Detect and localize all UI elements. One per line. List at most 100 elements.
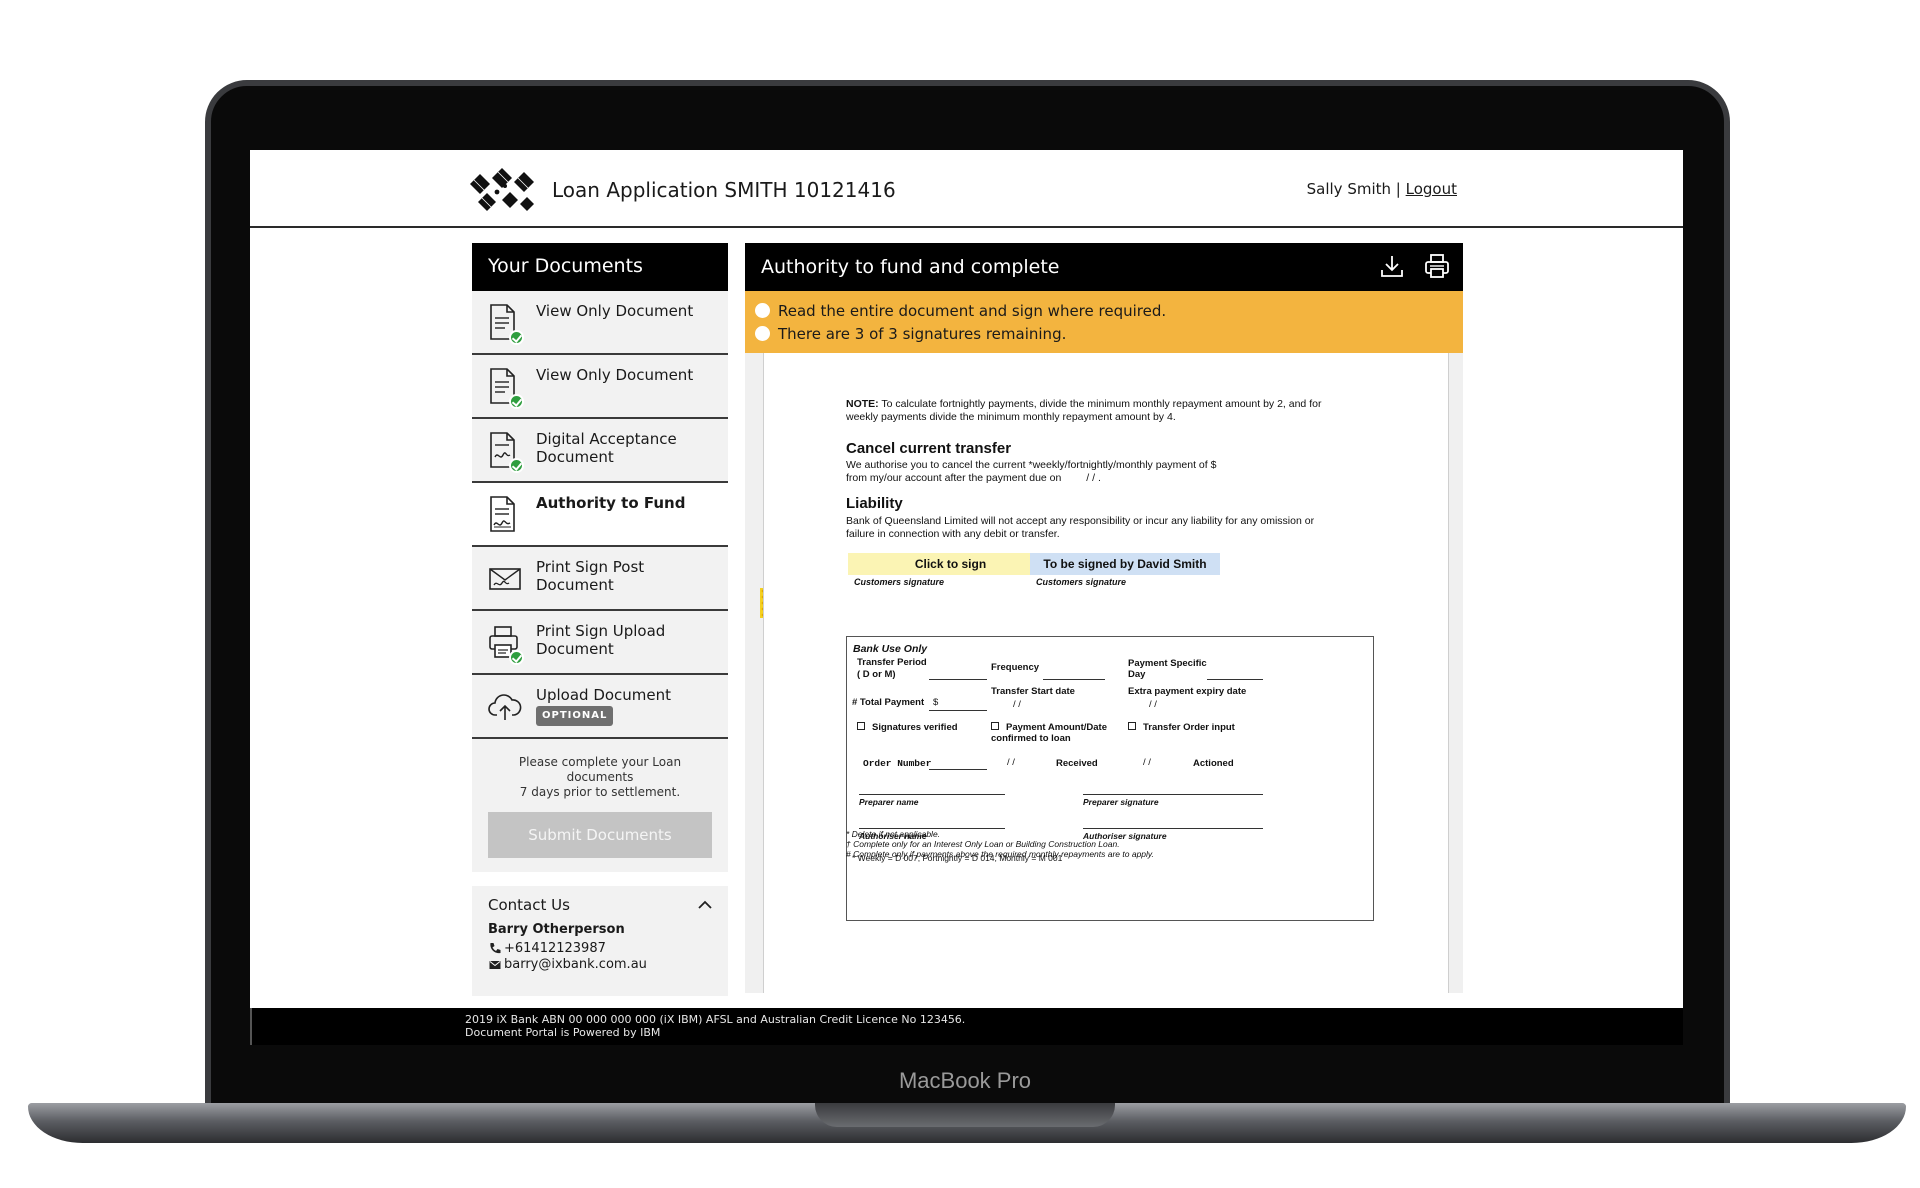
extra-expiry-label: Extra payment expiry date [1128,686,1247,697]
download-icon[interactable] [1379,253,1405,279]
bank-logo [470,168,534,211]
document-panel: Authority to fund and complete Read the … [745,243,1463,993]
contact-title: Contact Us [488,896,570,914]
sidebar-item-label: Print Sign Upload [536,622,666,640]
document-page: NOTE: To calculate fortnightly payments,… [763,353,1449,993]
frequency-label: Frequency [991,662,1040,673]
payment-specific-label: Payment Specific Day [1128,658,1207,680]
preparer-signature-label: Preparer signature [1083,797,1159,807]
cancel-date-blank: / / . [1086,472,1101,484]
notice-bullet-icon [755,303,770,318]
transfer-order-checkbox: Transfer Order input [1128,722,1235,733]
field-line [929,679,987,680]
contact-name: Barry Otherperson [488,922,625,937]
panel-header: Authority to fund and complete [745,243,1463,291]
transfer-period-line2: ( D or M) [857,669,896,680]
laptop-notch [815,1103,1115,1127]
optional-badge: OPTIONAL [536,706,614,726]
contact-phone[interactable]: +61412123987 [504,941,606,956]
document-viewer[interactable]: NOTE: To calculate fortnightly payments,… [745,353,1463,993]
extra-expiry-date: / / [1149,699,1157,710]
total-payment-label: # Total Payment [852,697,925,708]
printer-icon [488,623,524,665]
transfer-start-label: Transfer Start date [991,686,1075,697]
submit-section: Please complete your Loan documents 7 da… [472,739,728,872]
completed-check-icon [509,330,524,345]
notice-bullet-icon [755,326,770,341]
transfer-start-date: / / [1013,699,1021,710]
contact-email[interactable]: barry@ixbank.com.au [504,957,647,972]
payment-specific-line2: Day [1128,669,1146,680]
received-date: / / [1143,757,1151,768]
field-line [929,769,987,770]
user-area: Sally Smith | Logout [1307,180,1457,198]
cancel-text: We authorise you to cancel the current *… [846,459,1216,485]
user-name: Sally Smith [1306,180,1392,198]
note-line1: To calculate fortnightly payments, divid… [878,398,1322,410]
signature-document-icon [488,495,522,535]
click-to-sign-field[interactable]: Click to sign [848,553,1053,575]
cloud-upload-icon [488,687,522,727]
actioned-label: Actioned [1193,758,1234,769]
bank-use-title: Bank Use Only [853,643,928,655]
sidebar-item-view-only-1[interactable]: View Only Document [472,291,728,355]
completed-check-icon [509,650,524,665]
print-icon[interactable] [1423,252,1451,280]
sidebar-item-label-line2: Document [536,576,614,594]
sidebar-item-print-sign-upload[interactable]: Print Sign Upload Document [472,611,728,675]
sidebar-item-authority-to-fund[interactable]: Authority to Fund [472,483,728,547]
sidebar-item-label-line2: Document [536,448,614,466]
field-line [1043,679,1105,680]
bank-use-only-box: Bank Use Only Transfer Period ( D or M) … [846,636,1374,921]
app-header: Loan Application SMITH 10121416 Sally Sm… [250,150,1683,228]
order-number-label: Order Number [863,758,932,769]
field-line [1083,794,1263,795]
notice-text: There are 3 of 3 signatures remaining. [778,324,1067,343]
laptop-brand: MacBook Pro [898,1068,1032,1093]
signed-document-icon [488,431,524,473]
note-text: NOTE: To calculate fortnightly payments,… [846,398,1321,424]
submit-documents-button[interactable]: Submit Documents [488,812,712,858]
sidebar-item-label: Authority to Fund [536,494,686,512]
sidebar-item-label: Digital Acceptance [536,430,677,448]
footer-line2: Document Portal is Powered by IBM [465,1026,661,1039]
documents-sidebar: Your Documents View Only Document View O… [472,243,728,996]
app-screen: Loan Application SMITH 10121416 Sally Sm… [250,150,1683,1045]
sidebar-item-label: Print Sign Post [536,558,645,576]
cancel-line1: We authorise you to cancel the current *… [846,459,1217,471]
footnotes: * Delete if not applicable. † Complete o… [846,829,1154,859]
panel-title: Authority to fund and complete [761,256,1060,278]
separator: | [1395,180,1401,198]
phone-icon [490,943,501,954]
sidebar-title: Your Documents [472,243,728,291]
sidebar-item-label-line2: Document [536,640,614,658]
page-title: Loan Application SMITH 10121416 [552,178,896,202]
document-check-icon [488,303,524,345]
complete-message: Please complete your Loan documents 7 da… [488,755,712,800]
field-line [859,794,1005,795]
field-line [929,710,987,711]
david-smith-signature-field: To be signed by David Smith [1030,553,1220,575]
chevron-up-icon[interactable] [698,900,712,909]
sidebar-item-view-only-2[interactable]: View Only Document [472,355,728,419]
complete-message-line1: Please complete your Loan documents [518,755,682,784]
transfer-period-line1: Transfer Period [857,657,927,668]
dollar-sign: $ [933,697,939,708]
document-check-icon [488,367,524,409]
notice-text: Read the entire document and sign where … [778,301,1167,320]
liability-line1: Bank of Queensland Limited will not acce… [846,515,1315,527]
logout-link[interactable]: Logout [1406,180,1457,198]
footnote-3: # Complete only if payments above the re… [846,849,1154,859]
sidebar-item-label: View Only Document [536,302,694,320]
sidebar-item-digital-acceptance[interactable]: Digital Acceptance Document [472,419,728,483]
sidebar-item-label: Upload Document [536,686,672,704]
payment-confirmed-checkbox: Payment Amount/Date [991,722,1107,733]
sidebar-item-print-sign-post[interactable]: Print Sign Post Document [472,547,728,611]
sidebar-item-upload-document[interactable]: Upload Document OPTIONAL [472,675,728,739]
completed-check-icon [509,394,524,409]
payment-specific-line1: Payment Specific [1128,658,1207,669]
note-label: NOTE: [846,398,879,410]
customer-signature-caption: Customers signature [1036,577,1127,587]
note-line2: weekly payments divide the minimum month… [846,411,1176,423]
customer-signature-caption: Customers signature [854,577,945,587]
